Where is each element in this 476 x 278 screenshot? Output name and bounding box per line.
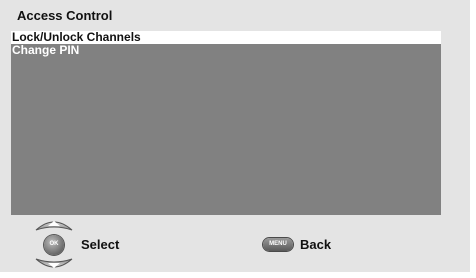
menu-button-text: MENU: [269, 241, 287, 247]
access-control-screen: Access Control Lock/Unlock Channels Chan…: [0, 0, 470, 272]
nav-up-arrow-icon[interactable]: [34, 216, 74, 232]
ok-button-text: OK: [49, 241, 59, 247]
select-hint-label: Select: [81, 237, 120, 252]
back-hint-label: Back: [300, 237, 332, 252]
ok-button-icon[interactable]: OK: [44, 235, 64, 255]
tv-frame: Access Control Lock/Unlock Channels Chan…: [0, 0, 476, 278]
menu-button-icon[interactable]: MENU: [263, 238, 293, 251]
nav-down-arrow-icon[interactable]: [34, 257, 74, 273]
page-title: Access Control: [17, 8, 113, 23]
menu-item-change-pin[interactable]: Change PIN: [11, 44, 441, 57]
menu-panel: Lock/Unlock Channels Change PIN: [11, 31, 441, 215]
